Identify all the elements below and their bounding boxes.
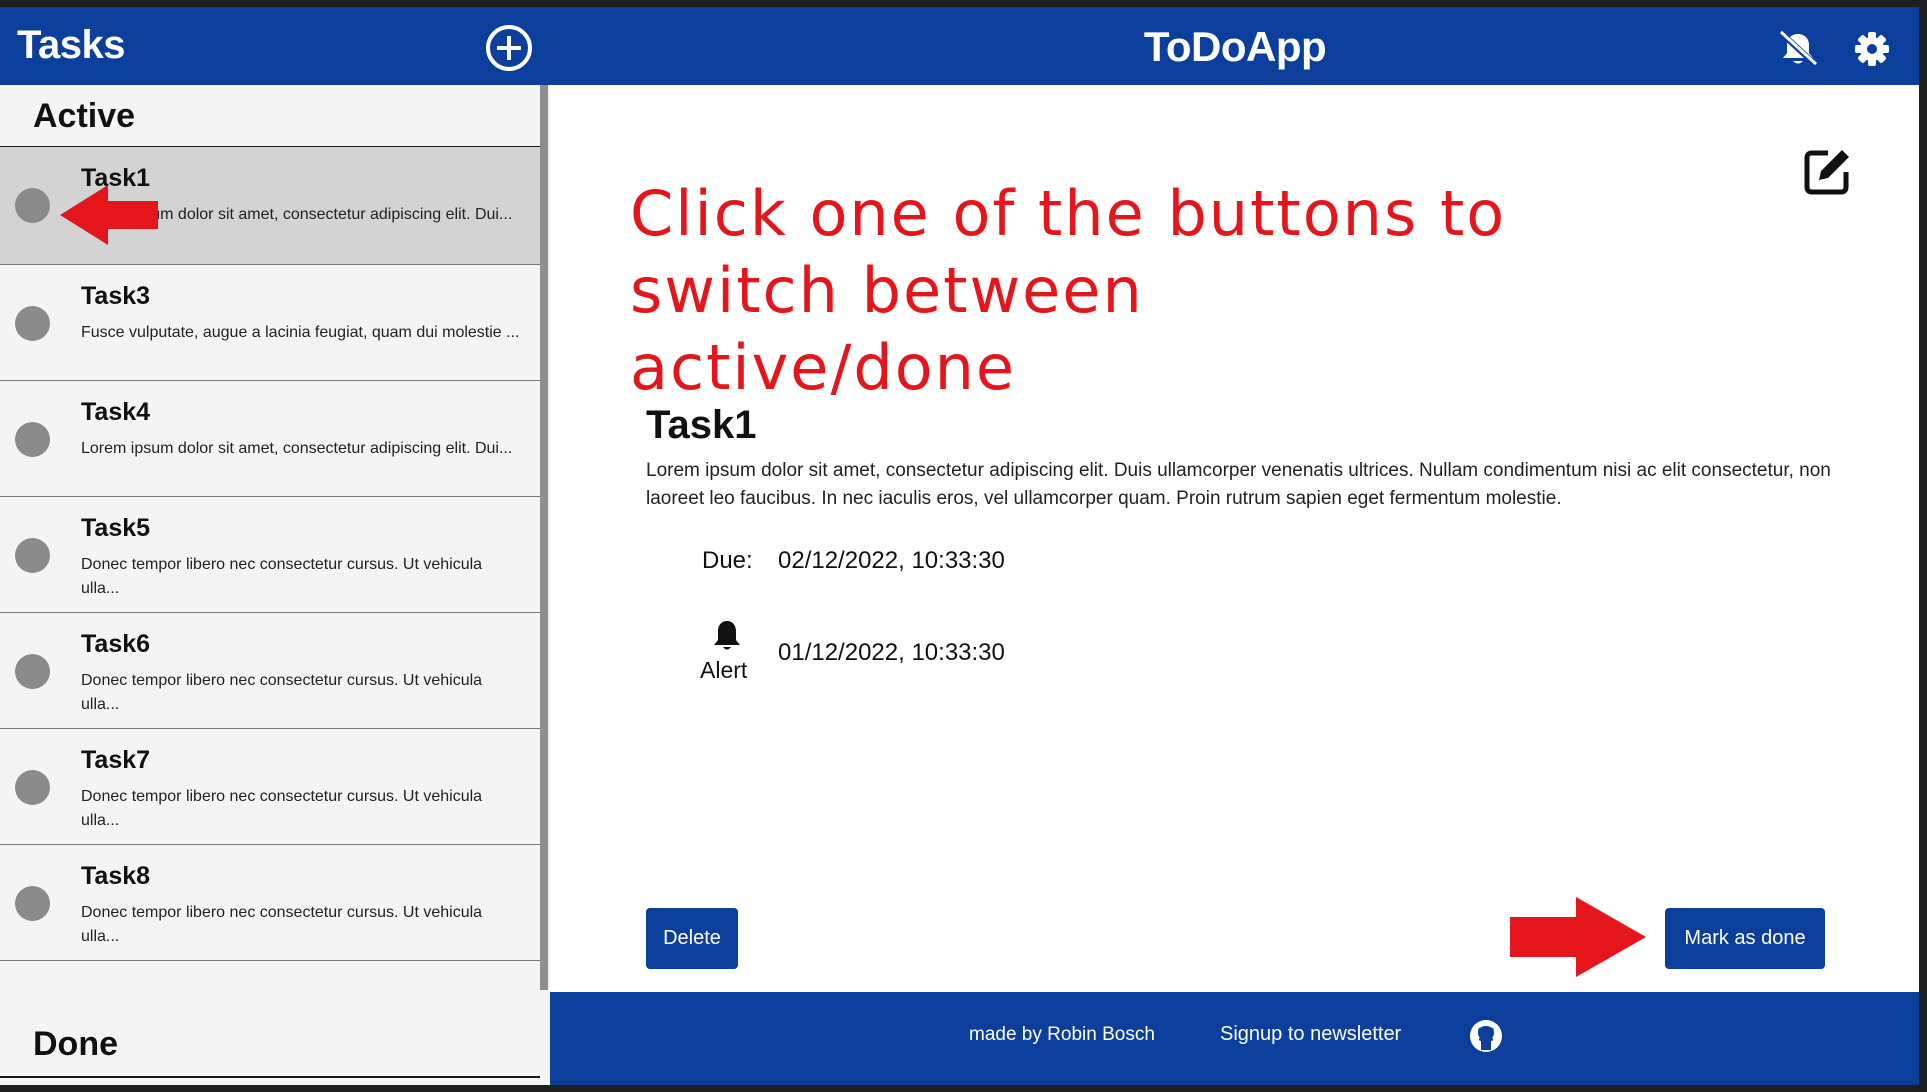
task-item-task7[interactable]: Task7 Donec tempor libero nec consectetu… xyxy=(0,729,540,845)
due-label: Due: xyxy=(702,547,753,574)
footer: made by Robin Bosch Signup to newsletter xyxy=(550,992,1919,1085)
task-description: Donec tempor libero nec consectetur curs… xyxy=(81,556,483,597)
gear-icon xyxy=(1855,32,1889,66)
plus-circle-icon xyxy=(486,25,532,71)
sidebar-scrollbar[interactable] xyxy=(540,85,548,990)
task-toggle-radio[interactable] xyxy=(15,306,50,341)
task-title: Task5 xyxy=(81,514,151,542)
task-toggle-radio[interactable] xyxy=(15,538,50,573)
task-description: Fusce vulputate, augue a lacinia feugiat… xyxy=(81,324,520,341)
edit-icon xyxy=(1804,150,1849,195)
task-toggle-radio[interactable] xyxy=(15,188,50,223)
right-arrow-annotation xyxy=(1510,897,1646,977)
bell-slash-icon xyxy=(1777,29,1819,68)
task-toggle-radio[interactable] xyxy=(15,654,50,689)
mark-as-done-button[interactable]: Mark as done xyxy=(1665,908,1825,969)
github-link[interactable] xyxy=(1468,1018,1504,1054)
instruction-annotation: Click one of the buttons to switch betwe… xyxy=(630,177,1507,404)
task-item-task5[interactable]: Task5 Donec tempor libero nec consectetu… xyxy=(0,497,540,613)
newsletter-link[interactable]: Signup to newsletter xyxy=(1220,1023,1401,1046)
footer-credit: made by Robin Bosch xyxy=(969,1024,1155,1045)
task-title: Task3 xyxy=(81,282,151,310)
task-description: Lorem ipsum dolor sit amet, consectetur … xyxy=(81,440,513,457)
task-item-task4[interactable]: Task4 Lorem ipsum dolor sit amet, consec… xyxy=(0,381,540,497)
tasks-title: Tasks xyxy=(17,23,125,67)
task-title: Task8 xyxy=(81,862,151,890)
task-toggle-radio[interactable] xyxy=(15,886,50,921)
due-value: 02/12/2022, 10:33:30 xyxy=(778,547,1005,574)
task-detail-title: Task1 xyxy=(646,403,757,447)
task-description: Donec tempor libero nec consectetur curs… xyxy=(81,904,483,945)
notifications-toggle-button[interactable] xyxy=(1777,29,1819,68)
alert-value: 01/12/2022, 10:33:30 xyxy=(778,639,1005,666)
task-item-task6[interactable]: Task6 Donec tempor libero nec consectetu… xyxy=(0,613,540,729)
github-icon xyxy=(1470,1020,1502,1052)
edit-task-button[interactable] xyxy=(1802,145,1854,197)
task-detail-panel: Click one of the buttons to switch betwe… xyxy=(550,85,1919,992)
task-item-task8[interactable]: Task8 Donec tempor libero nec consectetu… xyxy=(0,845,540,961)
done-heading: Done xyxy=(33,1025,118,1063)
todo-app: Tasks ToDoApp Active Task1 Lorem ipsum d… xyxy=(0,7,1919,1085)
active-heading: Active xyxy=(33,97,136,135)
task-description: Donec tempor libero nec consectetur curs… xyxy=(81,788,483,829)
app-title: ToDoApp xyxy=(1143,23,1327,70)
task-toggle-radio[interactable] xyxy=(15,770,50,805)
task-title: Task6 xyxy=(81,630,151,658)
divider xyxy=(0,1076,540,1078)
add-task-button[interactable] xyxy=(484,23,534,73)
delete-button[interactable]: Delete xyxy=(646,908,738,969)
alert-label: Alert xyxy=(700,657,748,683)
task-detail-description: Lorem ipsum dolor sit amet, consectetur … xyxy=(646,460,1831,509)
bell-icon xyxy=(714,621,740,650)
task-item-task3[interactable]: Task3 Fusce vulputate, augue a lacinia f… xyxy=(0,265,540,381)
header: Tasks ToDoApp xyxy=(0,7,1919,85)
task-title: Task4 xyxy=(81,398,151,426)
task-description: Donec tempor libero nec consectetur curs… xyxy=(81,672,483,713)
settings-button[interactable] xyxy=(1853,30,1891,68)
left-arrow-annotation xyxy=(60,185,158,245)
task-title: Task7 xyxy=(81,746,151,774)
task-toggle-radio[interactable] xyxy=(15,422,50,457)
